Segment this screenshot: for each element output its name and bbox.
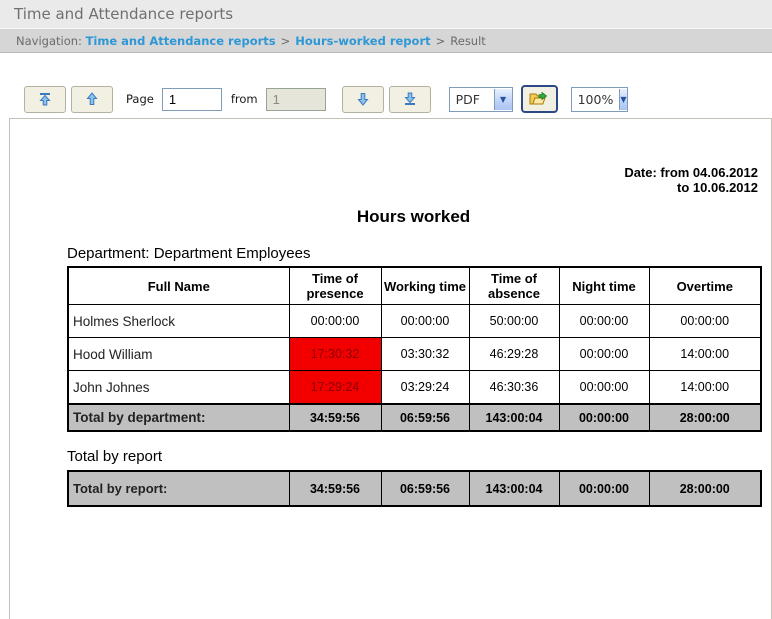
total-time-of-presence: 34:59:56	[289, 471, 381, 506]
column-header-full-name: Full Name	[68, 267, 289, 305]
total-night-time: 00:00:00	[559, 471, 649, 506]
total-time-of-presence: 34:59:56	[289, 404, 381, 431]
column-header-time-of-absence: Time of absence	[469, 267, 559, 305]
employee-name: Holmes Sherlock	[68, 305, 289, 338]
first-page-button[interactable]	[24, 86, 66, 113]
next-page-button[interactable]	[342, 86, 384, 113]
page-label: Page	[126, 92, 154, 106]
total-working-time: 06:59:56	[381, 471, 469, 506]
working-time-cell: 00:00:00	[381, 305, 469, 338]
export-icon	[529, 91, 549, 107]
last-page-icon	[402, 91, 418, 107]
time-of-presence-cell-highlighted: 17:29:24	[289, 371, 381, 405]
report-toolbar: Page from PDF ▼ 100% ▼	[24, 84, 628, 114]
export-format-select[interactable]: PDF ▼	[449, 87, 513, 112]
total-time-of-absence: 143:00:04	[469, 404, 559, 431]
time-of-absence-cell: 50:00:00	[469, 305, 559, 338]
night-time-cell: 00:00:00	[559, 305, 649, 338]
total-time-of-absence: 143:00:04	[469, 471, 559, 506]
working-time-cell: 03:30:32	[381, 338, 469, 371]
overtime-cell: 14:00:00	[649, 371, 761, 405]
date-from-line: Date: from 04.06.2012	[624, 165, 758, 180]
window-titlebar: Time and Attendance reports	[0, 0, 772, 29]
breadcrumb-prefix: Navigation:	[16, 34, 86, 48]
night-time-cell: 00:00:00	[559, 338, 649, 371]
total-overtime: 28:00:00	[649, 471, 761, 506]
last-page-button[interactable]	[389, 86, 431, 113]
total-pages-input	[266, 88, 326, 111]
breadcrumb-link-hours-worked-report[interactable]: Hours-worked report	[295, 34, 430, 48]
chevron-down-icon: ▼	[619, 89, 626, 110]
overtime-cell: 00:00:00	[649, 305, 761, 338]
working-time-cell: 03:29:24	[381, 371, 469, 405]
page-number-input[interactable]	[162, 88, 222, 111]
table-row: Holmes Sherlock 00:00:00 00:00:00 50:00:…	[68, 305, 761, 338]
breadcrumb-current: Result	[450, 34, 486, 48]
table-header-row: Full Name Time of presence Working time …	[68, 267, 761, 305]
table-row: John Johnes 17:29:24 03:29:24 46:30:36 0…	[68, 371, 761, 405]
time-of-presence-cell-highlighted: 17:30:32	[289, 338, 381, 371]
overtime-cell: 14:00:00	[649, 338, 761, 371]
date-to-line: to 10.06.2012	[624, 180, 758, 195]
column-header-time-of-presence: Time of presence	[289, 267, 381, 305]
total-overtime: 28:00:00	[649, 404, 761, 431]
column-header-night-time: Night time	[559, 267, 649, 305]
total-working-time: 06:59:56	[381, 404, 469, 431]
time-of-presence-cell: 00:00:00	[289, 305, 381, 338]
from-label: from	[231, 92, 258, 106]
department-total-row: Total by department: 34:59:56 06:59:56 1…	[68, 404, 761, 431]
export-format-value: PDF	[450, 92, 494, 107]
employee-name: Hood William	[68, 338, 289, 371]
page-title: Time and Attendance reports	[14, 5, 233, 23]
total-night-time: 00:00:00	[559, 404, 649, 431]
breadcrumb-separator: >	[431, 34, 451, 48]
chevron-down-icon: ▼	[494, 89, 512, 110]
night-time-cell: 00:00:00	[559, 371, 649, 405]
breadcrumb-separator: >	[276, 34, 296, 48]
time-of-absence-cell: 46:30:36	[469, 371, 559, 405]
report-title: Hours worked	[67, 207, 760, 227]
report-viewer: Date: from 04.06.2012 to 10.06.2012 Hour…	[9, 118, 772, 619]
report-total-row: Total by report: 34:59:56 06:59:56 143:0…	[68, 471, 761, 506]
zoom-select[interactable]: 100% ▼	[571, 87, 628, 112]
first-page-icon	[37, 91, 53, 107]
department-heading: Department: Department Employees	[67, 245, 310, 262]
time-of-absence-cell: 46:29:28	[469, 338, 559, 371]
arrow-down-icon	[355, 91, 371, 107]
column-header-overtime: Overtime	[649, 267, 761, 305]
column-header-working-time: Working time	[381, 267, 469, 305]
hours-worked-table: Full Name Time of presence Working time …	[67, 266, 762, 432]
employee-name: John Johnes	[68, 371, 289, 405]
breadcrumb: Navigation: Time and Attendance reports …	[0, 29, 772, 53]
report-date-range: Date: from 04.06.2012 to 10.06.2012	[624, 165, 758, 195]
total-by-report-heading: Total by report	[67, 448, 162, 465]
department-total-label: Total by department:	[68, 404, 289, 431]
export-button[interactable]	[521, 85, 558, 113]
previous-page-button[interactable]	[71, 86, 113, 113]
report-total-label: Total by report:	[68, 471, 289, 506]
total-by-report-table: Total by report: 34:59:56 06:59:56 143:0…	[67, 470, 762, 507]
breadcrumb-link-time-attendance-reports[interactable]: Time and Attendance reports	[86, 34, 276, 48]
table-row: Hood William 17:30:32 03:30:32 46:29:28 …	[68, 338, 761, 371]
arrow-up-icon	[84, 91, 100, 107]
zoom-value: 100%	[572, 92, 620, 107]
